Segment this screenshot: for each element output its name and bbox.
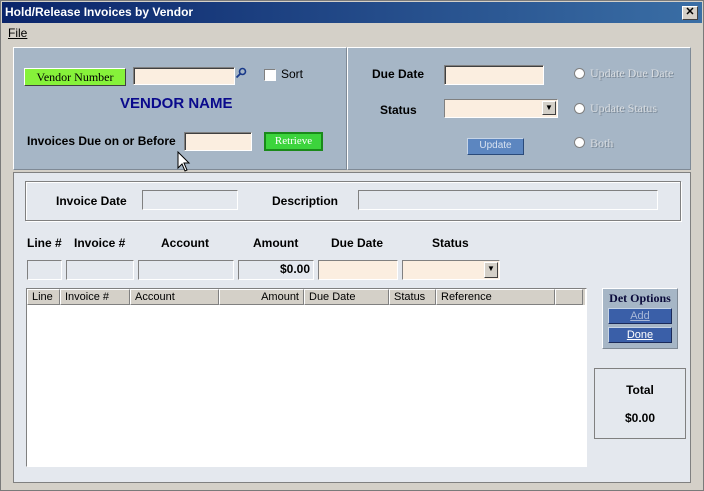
chevron-down-icon[interactable]: ▼: [542, 101, 556, 115]
line-input[interactable]: [27, 260, 62, 280]
radio-update-due-date[interactable]: [574, 68, 585, 79]
title-bar: Hold/Release Invoices by Vendor ✕: [2, 2, 702, 23]
filter-frame: Invoice Date Description: [25, 181, 681, 221]
description-input[interactable]: [358, 190, 658, 210]
window-title: Hold/Release Invoices by Vendor: [5, 5, 194, 19]
grid-col-reference[interactable]: Reference: [436, 289, 555, 305]
invoices-due-label: Invoices Due on or Before: [27, 134, 176, 148]
total-value: $0.00: [624, 411, 656, 425]
retrieve-button[interactable]: Retrieve: [264, 132, 323, 151]
update-panel: Due Date Status ▼ Update Update Due Date…: [347, 47, 691, 170]
status-select[interactable]: ▼: [444, 99, 558, 118]
amount-input[interactable]: $0.00: [238, 260, 314, 280]
grid-col-line[interactable]: Line: [27, 289, 60, 305]
app-window: Hold/Release Invoices by Vendor ✕ File V…: [0, 0, 704, 491]
vendor-name: VENDOR NAME: [120, 95, 233, 112]
grid-col-invoice[interactable]: Invoice #: [60, 289, 130, 305]
invoice-grid[interactable]: Line Invoice # Account Amount Due Date S…: [26, 288, 587, 467]
invoice-input[interactable]: [66, 260, 134, 280]
total-box: Total $0.00: [594, 368, 686, 439]
vendor-number-button[interactable]: Vendor Number: [24, 68, 126, 86]
entry-status-select[interactable]: ▼: [402, 260, 500, 280]
update-button[interactable]: Update: [467, 138, 524, 155]
status-label: Status: [380, 103, 417, 117]
entry-due-date-input[interactable]: [318, 260, 398, 280]
grid-col-account[interactable]: Account: [130, 289, 219, 305]
done-button[interactable]: Done: [608, 327, 672, 343]
mouse-cursor-icon: [177, 151, 191, 172]
grid-col-due-date[interactable]: Due Date: [304, 289, 389, 305]
description-label: Description: [272, 194, 339, 208]
grid-col-spacer: [555, 289, 583, 305]
chevron-down-icon[interactable]: ▼: [484, 262, 498, 278]
magnifier-icon[interactable]: [235, 67, 247, 79]
account-input[interactable]: [138, 260, 234, 280]
close-icon[interactable]: ✕: [682, 6, 698, 20]
amount-value: $0.00: [279, 262, 310, 276]
col-invoice-label: Invoice #: [74, 236, 126, 250]
add-button[interactable]: Add: [608, 308, 672, 324]
invoice-date-input[interactable]: [142, 190, 238, 210]
grid-header: Line Invoice # Account Amount Due Date S…: [27, 289, 585, 305]
due-date-label: Due Date: [372, 67, 425, 81]
due-before-input[interactable]: [184, 132, 252, 151]
radio-update-status[interactable]: [574, 103, 585, 114]
det-options-panel: Det Options Add Done: [602, 288, 678, 349]
sort-label: Sort: [281, 67, 304, 81]
invoice-date-label: Invoice Date: [56, 194, 127, 208]
radio-label-both: Both: [590, 136, 614, 150]
total-label: Total: [626, 383, 654, 397]
grid-col-status[interactable]: Status: [389, 289, 436, 305]
menu-file[interactable]: File: [8, 26, 27, 40]
vendor-number-input[interactable]: [133, 67, 235, 85]
menu-bar: File: [2, 24, 702, 42]
detail-area: Invoice Date Description Line # Invoice …: [13, 172, 691, 483]
col-amount-label: Amount: [253, 236, 299, 250]
col-line-label: Line #: [27, 236, 62, 250]
col-status-label: Status: [432, 236, 469, 250]
grid-col-amount[interactable]: Amount: [219, 289, 304, 305]
radio-both[interactable]: [574, 137, 585, 148]
radio-label-update-status: Update Status: [590, 101, 657, 115]
due-date-input[interactable]: [444, 65, 544, 85]
det-options-title: Det Options: [609, 291, 671, 305]
col-due-date-label: Due Date: [331, 236, 384, 250]
sort-checkbox[interactable]: [264, 69, 276, 81]
radio-label-update-due-date: Update Due Date: [590, 66, 674, 80]
col-account-label: Account: [161, 236, 209, 250]
